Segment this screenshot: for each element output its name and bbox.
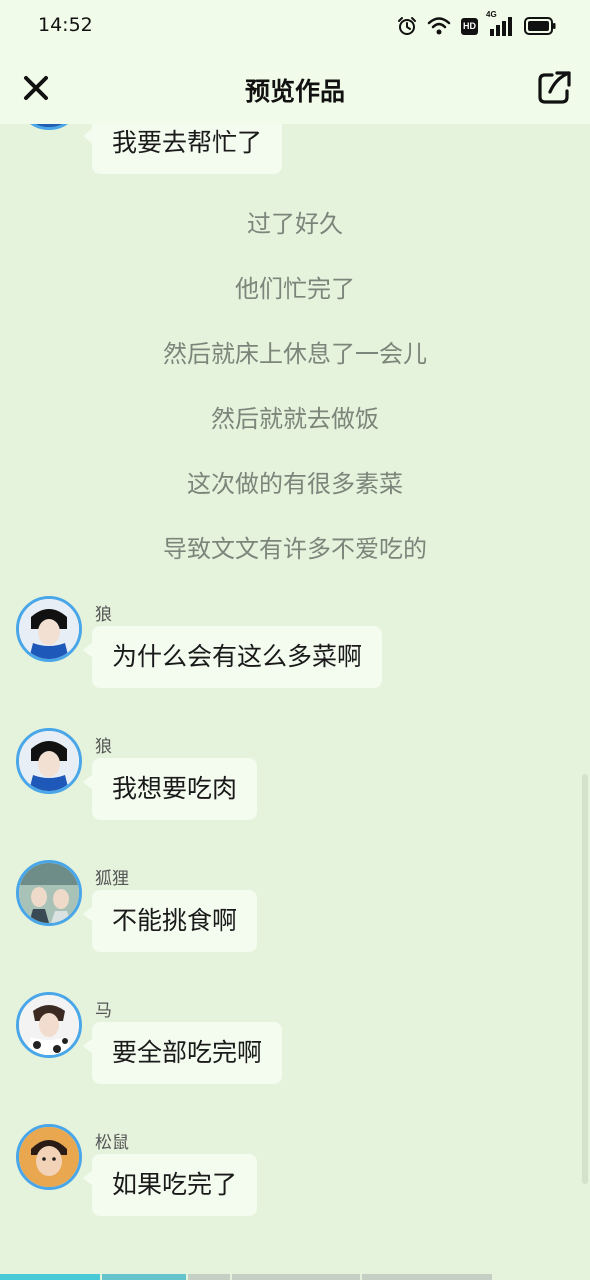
message-bubble: 我要去帮忙了 (82, 124, 283, 174)
progress-segment (188, 1274, 230, 1280)
progress-segment (362, 1274, 492, 1280)
alarm-icon (397, 16, 417, 36)
message-item: 我要去帮忙了 (0, 124, 590, 184)
avatar[interactable] (16, 124, 82, 130)
message-item: 狼 为什么会有这么多菜啊 (0, 596, 590, 716)
message-bubble: 我想要吃肉 (82, 758, 258, 820)
message-bubble: 如果吃完了 (82, 1154, 258, 1216)
narration-line: 他们忙完了 (235, 275, 355, 303)
battery-icon (524, 17, 556, 35)
hd-icon: HD (461, 17, 478, 35)
header: 预览作品 (0, 52, 590, 124)
avatar[interactable] (16, 728, 82, 794)
chat-area[interactable]: 我要去帮忙了 过了好久 他们忙完了 然后就床上休息了一会儿 然后就就去做饭 这次… (0, 124, 590, 1274)
narration-line: 然后就床上休息了一会儿 (163, 340, 427, 368)
share-button[interactable] (536, 70, 572, 106)
network-type: 4G (486, 10, 497, 19)
narration-line: 过了好久 (247, 210, 343, 238)
signal-icon: 4G (486, 10, 514, 36)
sender-name: 狼 (95, 737, 112, 757)
wifi-icon (427, 16, 451, 36)
message-bubble: 要全部吃完啊 (82, 1022, 283, 1084)
sender-name: 松鼠 (95, 1133, 129, 1153)
message-item: 马 要全部吃完啊 (0, 992, 590, 1112)
avatar[interactable] (16, 1124, 82, 1190)
message-item: 松鼠 如果吃完了 (0, 1124, 590, 1244)
avatar[interactable] (16, 596, 82, 662)
page-title: 预览作品 (244, 77, 345, 106)
status-bar: 14:52 HD 4G (0, 0, 590, 52)
narration-line: 这次做的有很多素菜 (187, 470, 403, 498)
sender-name: 狼 (95, 605, 112, 625)
narration-line: 然后就就去做饭 (211, 405, 379, 433)
message-item: 狐狸 不能挑食啊 (0, 860, 590, 980)
status-icons: HD 4G (397, 10, 556, 38)
message-bubble: 不能挑食啊 (82, 890, 258, 952)
avatar[interactable] (16, 992, 82, 1058)
avatar[interactable] (16, 860, 82, 926)
sender-name: 马 (95, 1001, 112, 1021)
message-bubble: 为什么会有这么多菜啊 (82, 626, 383, 688)
scrollbar[interactable] (582, 774, 588, 1184)
message-item: 狼 我想要吃肉 (0, 728, 590, 848)
sender-name: 狐狸 (95, 869, 129, 889)
narration-line: 导致文文有许多不爱吃的 (163, 535, 427, 563)
share-icon (538, 71, 571, 104)
progress-segment (102, 1274, 186, 1280)
status-time: 14:52 (38, 14, 93, 36)
progress-segment (232, 1274, 360, 1280)
progress-segment (0, 1274, 100, 1280)
progress-bar (0, 1274, 590, 1280)
